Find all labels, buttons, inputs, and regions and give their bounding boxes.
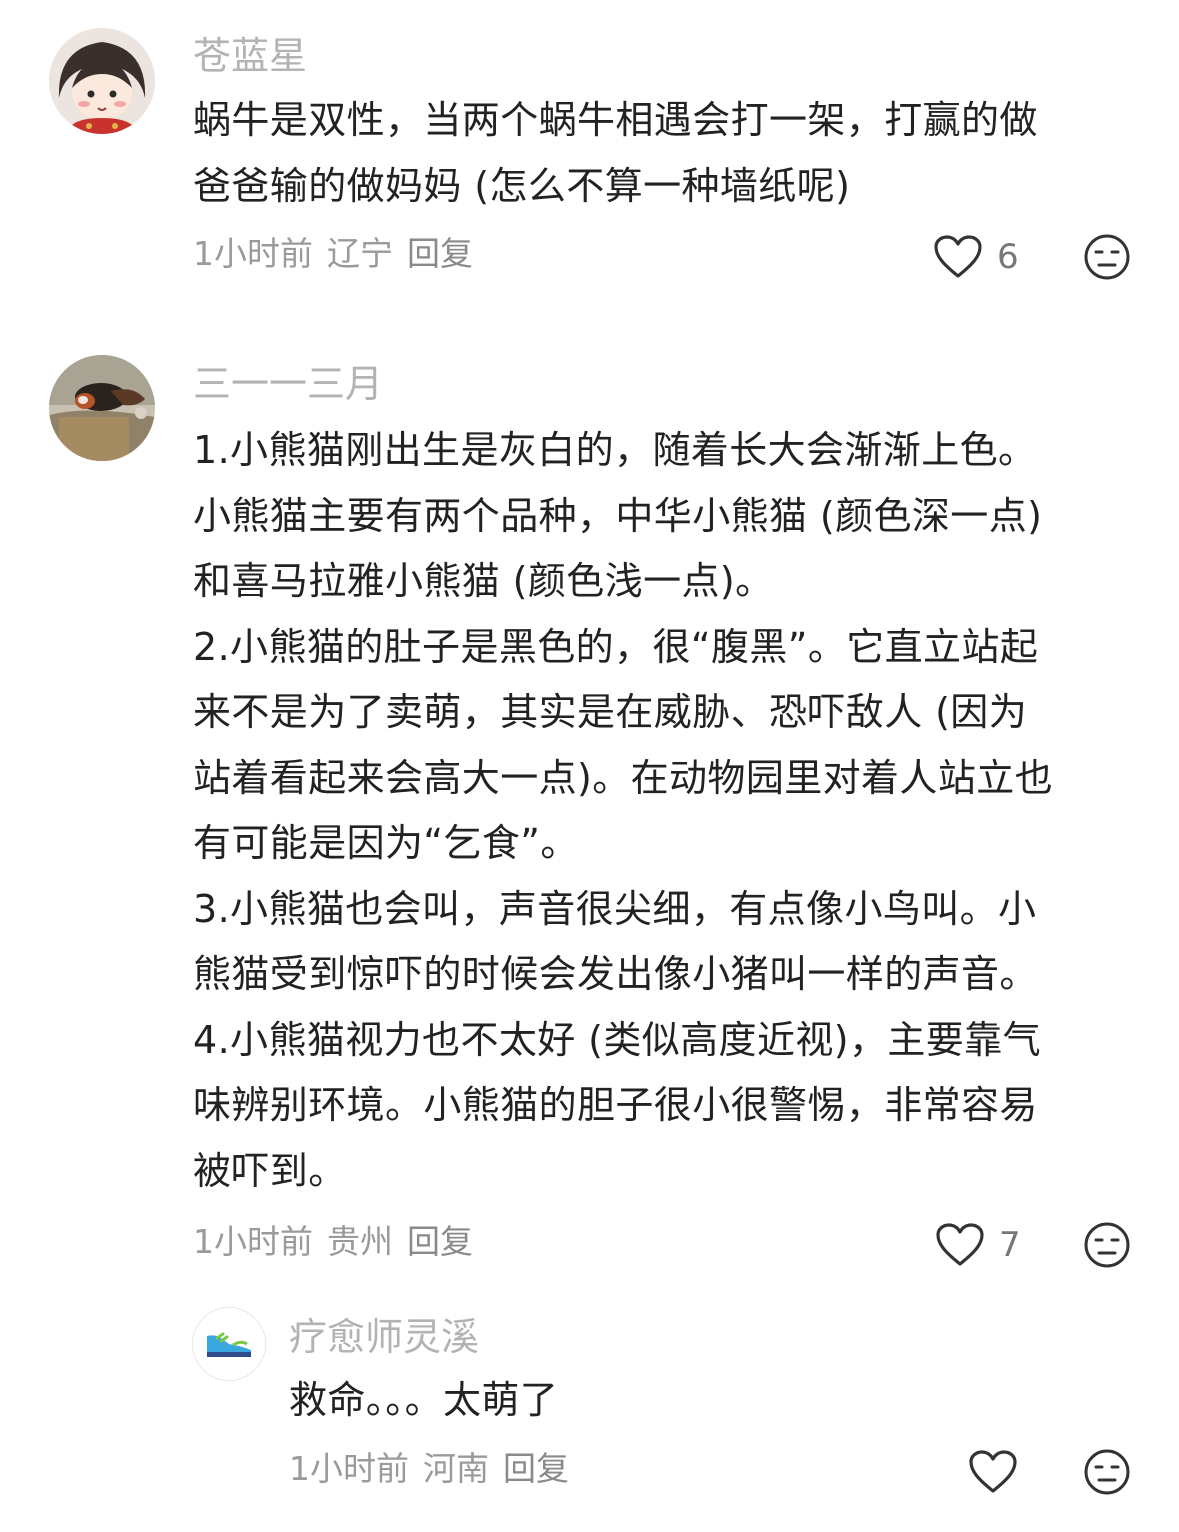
- sneaker-icon: [193, 1308, 265, 1380]
- comment-text-line: 救命。。。太萌了: [289, 1378, 559, 1422]
- reply-item: 疗愈师灵溪 救命。。。太萌了 1小时前 河南 回复: [0, 0, 1179, 1532]
- location: 河南: [423, 1449, 489, 1488]
- timestamp: 1小时前: [289, 1449, 409, 1488]
- heart-outline-icon: [969, 1450, 1017, 1493]
- scroll-fade: [0, 1502, 1179, 1532]
- neutral-face-icon: [1084, 1449, 1130, 1495]
- username[interactable]: 疗愈师灵溪: [289, 1311, 479, 1363]
- comment-text: 救命。。。太萌了: [289, 1368, 558, 1434]
- avatar[interactable]: [192, 1307, 266, 1381]
- comment-meta: 1小时前 河南 回复: [289, 1447, 583, 1491]
- dislike-button[interactable]: [1083, 1448, 1133, 1498]
- reply-button[interactable]: 回复: [503, 1449, 569, 1488]
- like-button[interactable]: [968, 1447, 1018, 1497]
